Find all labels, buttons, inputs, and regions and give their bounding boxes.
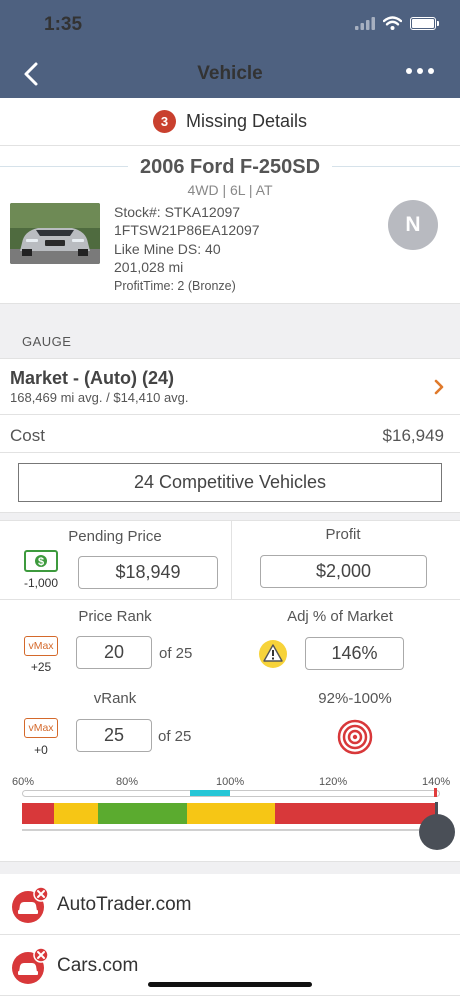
home-indicator[interactable] (148, 982, 312, 987)
vehicle-details: Stock#: STKA12097 1FTSW21P86EA12097 Like… (114, 203, 260, 295)
profit-input[interactable]: $2,000 (260, 555, 427, 588)
vrank-label: vRank (93, 690, 137, 707)
profit-time: ProfitTime: 2 (Bronze) (114, 278, 236, 293)
gauge-slider-handle[interactable] (419, 814, 455, 850)
gauge-segment-yellow (54, 803, 98, 824)
market-subtitle: 168,469 mi avg. / $14,410 avg. (10, 390, 189, 405)
market-title[interactable]: Market - (Auto) (24) (10, 368, 174, 389)
column-divider (231, 521, 232, 599)
stock-number: Stock#: STKA12097 (114, 204, 241, 220)
pending-price-input[interactable]: $18,949 (78, 556, 218, 589)
pending-price-label: Pending Price (68, 528, 162, 545)
price-rank-of: of 25 (159, 645, 193, 662)
price-rank-delta: +25 (30, 660, 52, 674)
site-row-cars[interactable]: Cars.com (0, 936, 460, 996)
scale-label-140: 140% (422, 776, 451, 788)
price-rank-label: Price Rank (78, 608, 152, 625)
status-time: 1:35 (44, 14, 83, 35)
cost-value: $16,949 (382, 426, 444, 445)
svg-text:$: $ (38, 556, 44, 568)
range-indicator (190, 790, 230, 796)
current-marker (434, 788, 437, 797)
target-icon[interactable] (337, 719, 373, 755)
scale-label-120: 120% (319, 776, 348, 788)
more-icon[interactable] (406, 68, 434, 74)
adj-market-label: Adj % of Market (287, 608, 393, 625)
vmax-icon[interactable]: vMax (24, 636, 58, 656)
vrank-of: of 25 (158, 728, 192, 745)
gauge-segment-green (98, 803, 187, 824)
site-label: Cars.com (57, 954, 139, 976)
profit-label: Profit (325, 526, 361, 543)
section-divider (0, 512, 460, 521)
dollar-icon[interactable]: $ (24, 550, 58, 572)
price-rank-input[interactable]: 20 (76, 636, 152, 669)
missing-count-badge: 3 (152, 110, 176, 133)
warning-icon[interactable] (258, 639, 288, 669)
wifi-icon (383, 16, 402, 30)
missing-details-label: Missing Details (185, 111, 308, 131)
scale-label-100: 100% (216, 776, 245, 788)
vin: 1FTSW21P86EA12097 (114, 222, 260, 239)
page-title: Vehicle (197, 63, 263, 84)
mileage: 201,028 mi (114, 259, 184, 276)
price-gauge-bar (22, 803, 436, 824)
scale-track (22, 790, 440, 797)
gauge-segment-red (22, 803, 54, 824)
like-mine: Like Mine DS: 40 (114, 240, 221, 257)
section-divider (0, 861, 460, 874)
competitive-vehicles-button[interactable]: 24 Competitive Vehicles (18, 463, 442, 502)
avatar[interactable]: N (388, 200, 438, 250)
pending-price-delta: -1,000 (23, 576, 59, 590)
vmax-icon[interactable]: vMax (24, 718, 58, 738)
gauge-label: GAUGE (22, 334, 72, 349)
range-label: 92%-100% (318, 690, 392, 707)
battery-icon (410, 16, 439, 30)
gauge-segment-red (275, 803, 436, 824)
gauge-section-header (0, 303, 460, 359)
vehicle-title: 2006 Ford F-250SD (139, 156, 321, 178)
scale-label-60: 60% (12, 776, 35, 788)
site-label: AutoTrader.com (57, 893, 192, 915)
car-error-icon (12, 946, 49, 984)
vrank-delta: +0 (34, 743, 48, 757)
missing-details-banner[interactable]: 3 Missing Details (0, 98, 460, 146)
chevron-right-icon[interactable] (432, 378, 446, 396)
vehicle-photo[interactable] (10, 203, 100, 264)
signal-icon (355, 16, 375, 30)
cost-label: Cost (10, 426, 45, 445)
site-row-autotrader[interactable]: AutoTrader.com (0, 875, 460, 935)
scale-label-80: 80% (116, 776, 139, 788)
car-error-icon (12, 885, 49, 923)
gauge-segment-yellow (187, 803, 275, 824)
adj-market-input[interactable]: 146% (305, 637, 404, 670)
status-icons (355, 16, 439, 30)
vehicle-subtitle: 4WD | 6L | AT (187, 182, 273, 198)
vrank-input[interactable]: 25 (76, 719, 152, 752)
